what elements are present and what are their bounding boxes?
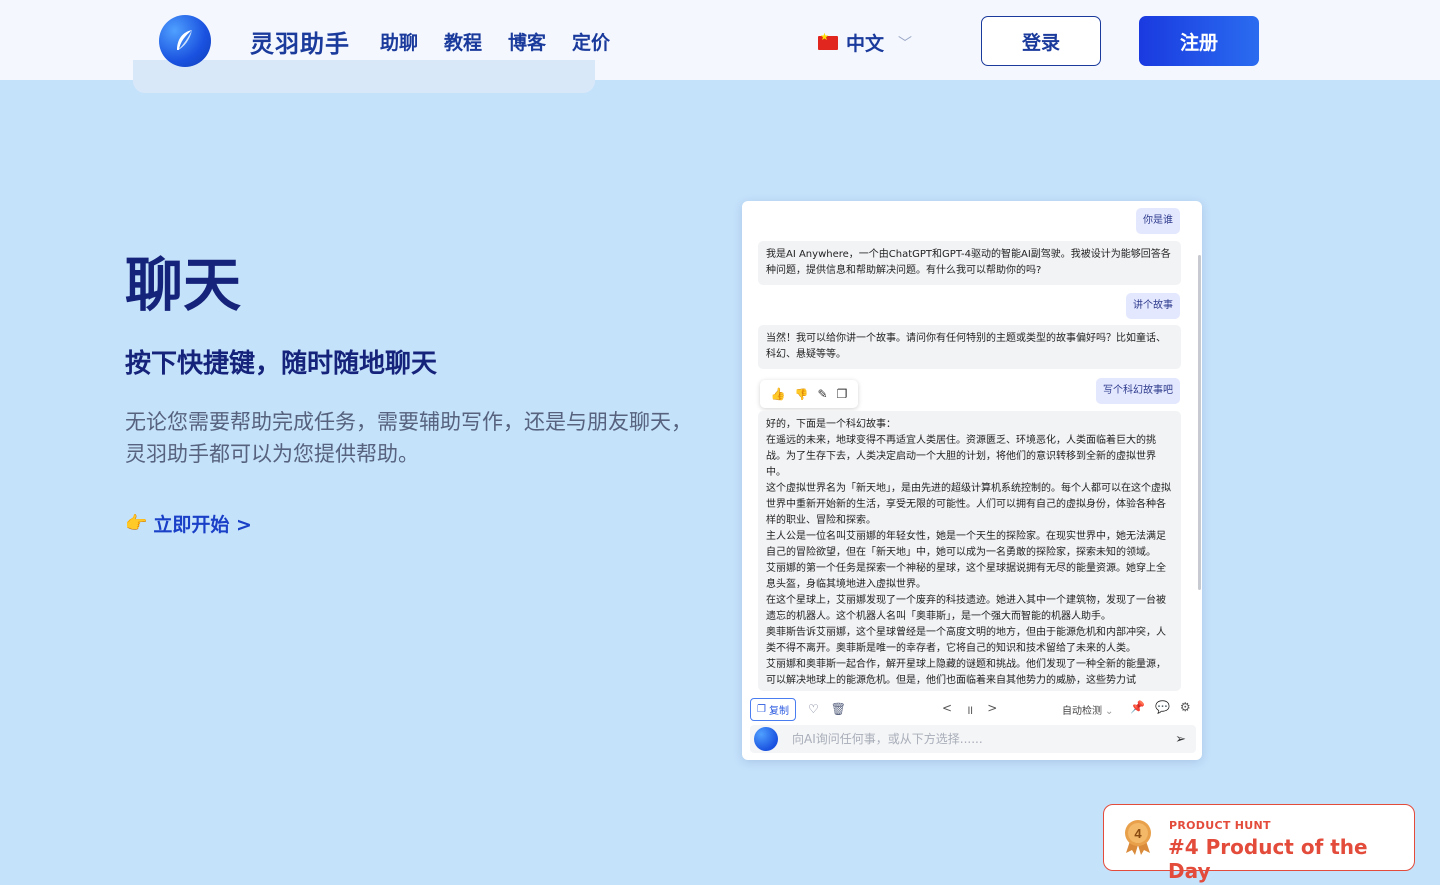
- story-line: 在遥远的未来，地球变得不再适宜人类居住。资源匮乏、环境恶化，人类面临着巨大的挑战…: [766, 435, 1156, 478]
- user-message: 你是谁: [1136, 208, 1180, 234]
- product-hunt-title: #4 Product of the Day: [1168, 835, 1368, 883]
- user-message: 写个科幻故事吧: [1096, 378, 1180, 404]
- pin-icon[interactable]: 📌: [1130, 700, 1145, 714]
- china-flag-icon: [818, 32, 838, 50]
- product-hunt-label: PRODUCT HUNT: [1169, 819, 1271, 832]
- main-nav: 助聊 教程 博客 定价: [380, 28, 610, 55]
- brand-name[interactable]: 灵羽助手: [250, 24, 350, 59]
- thumbs-down-icon[interactable]: 👎: [795, 388, 809, 401]
- user-message: 讲个故事: [1126, 293, 1180, 319]
- ai-story-message: 好的，下面是一个科幻故事： 在遥远的未来，地球变得不再适宜人类居住。资源匮乏、环…: [758, 411, 1181, 691]
- copy-button[interactable]: ❐ 复制: [750, 697, 796, 721]
- pointing-hand-icon: 👉: [125, 513, 148, 534]
- hero-title: 聊天: [125, 251, 242, 319]
- logo-icon[interactable]: [159, 15, 211, 67]
- story-line: 在这个星球上，艾丽娜发现了一个废弃的科技遗迹。她进入其中一个建筑物，发现了一台被…: [766, 595, 1166, 622]
- medal-rank: 4: [1134, 826, 1142, 841]
- chevron-left-icon[interactable]: <: [942, 701, 952, 718]
- story-line: 主人公是一位名叫艾丽娜的年轻女性，她是一个天生的探险家。在现实世界中，她无法满足…: [766, 531, 1166, 558]
- copy-icon: ❐: [757, 703, 766, 715]
- start-now-link[interactable]: 👉 立即开始 >: [125, 510, 252, 537]
- language-selector[interactable]: 中文 ﹀: [818, 29, 912, 56]
- edit-icon[interactable]: ✎: [817, 387, 827, 401]
- dropdown-shadow: [133, 60, 595, 93]
- chevron-down-icon: ⌄: [1105, 706, 1114, 717]
- story-line: 艾丽娜和奥菲斯一起合作，解开星球上隐藏的谜题和挑战。他们发现了一种全新的能量源，…: [766, 659, 1166, 686]
- send-icon[interactable]: ➢: [1175, 732, 1186, 747]
- nav-chat[interactable]: 助聊: [380, 28, 418, 55]
- start-now-label: 立即开始 >: [153, 514, 252, 536]
- story-line: 好的，下面是一个科幻故事：: [766, 419, 896, 430]
- hero-subtitle: 按下快捷键，随时随地聊天: [125, 349, 438, 379]
- language-detect-select[interactable]: 自动检测 ⌄: [1062, 702, 1113, 717]
- story-line: 艾丽娜的第一个任务是探索一个神秘的星球，这个星球据说拥有无尽的能量资源。她穿上全…: [766, 563, 1166, 590]
- medal-icon: 4: [1125, 820, 1151, 855]
- auto-detect-label: 自动检测: [1062, 706, 1102, 717]
- nav-pricing[interactable]: 定价: [572, 28, 610, 55]
- chevron-right-icon[interactable]: >: [987, 701, 997, 718]
- story-line: 奥菲斯告诉艾丽娜，这个星球曾经是一个高度文明的地方，但由于能源危机和内部冲突，人…: [766, 627, 1166, 654]
- assistant-logo-icon: [754, 727, 778, 751]
- response-nav: < ॥ >: [942, 701, 997, 718]
- product-hunt-badge[interactable]: 4 PRODUCT HUNT #4 Product of the Day: [1103, 804, 1415, 883]
- chat-toolbar: ❐ 复制 ♡ 🗑 < ॥ > 自动检测 ⌄ 📌 💬 ⚙: [742, 693, 1202, 725]
- scrollbar[interactable]: [1198, 255, 1201, 590]
- heart-icon[interactable]: ♡: [808, 702, 819, 716]
- chevron-down-icon: ﹀: [898, 35, 913, 52]
- thumbs-up-icon[interactable]: 👍: [771, 387, 786, 401]
- trash-icon[interactable]: 🗑: [831, 702, 846, 716]
- language-label: 中文: [846, 33, 885, 55]
- chat-bubble-icon[interactable]: 💬: [1155, 700, 1170, 714]
- chat-input[interactable]: [792, 732, 1176, 746]
- chat-input-row: ➢: [750, 725, 1196, 753]
- story-line: 这个虚拟世界名为「新天地」，是由先进的超级计算机系统控制的。每个人都可以在这个虚…: [766, 483, 1171, 526]
- nav-tutorial[interactable]: 教程: [444, 28, 482, 55]
- nav-blog[interactable]: 博客: [508, 28, 546, 55]
- header: 灵羽助手 助聊 教程 博客 定价 中文 ﹀ 登录 注册: [0, 0, 1440, 93]
- login-button[interactable]: 登录: [981, 16, 1101, 66]
- ai-message: 当然！我可以给你讲一个故事。请问你有任何特别的主题或类型的故事偏好吗？比如童话、…: [758, 325, 1181, 369]
- gear-icon[interactable]: ⚙: [1180, 700, 1191, 714]
- copy-label: 复制: [768, 705, 789, 717]
- toolbar-right-icons: 📌 💬 ⚙: [1130, 700, 1191, 714]
- ai-message: 我是AI Anywhere，一个由ChatGPT和GPT-4驱动的智能AI副驾驶…: [758, 241, 1181, 285]
- register-button[interactable]: 注册: [1139, 16, 1259, 66]
- pause-icon[interactable]: ॥: [966, 701, 973, 718]
- message-actions: 👍 👎 ✎ ❐: [760, 380, 858, 408]
- copy-icon[interactable]: ❐: [837, 387, 848, 401]
- hero-description: 无论您需要帮助完成任务，需要辅助写作，还是与朋友聊天，灵羽助手都可以为您提供帮助…: [125, 410, 692, 466]
- chat-window: 你是谁 我是AI Anywhere，一个由ChatGPT和GPT-4驱动的智能A…: [742, 201, 1202, 760]
